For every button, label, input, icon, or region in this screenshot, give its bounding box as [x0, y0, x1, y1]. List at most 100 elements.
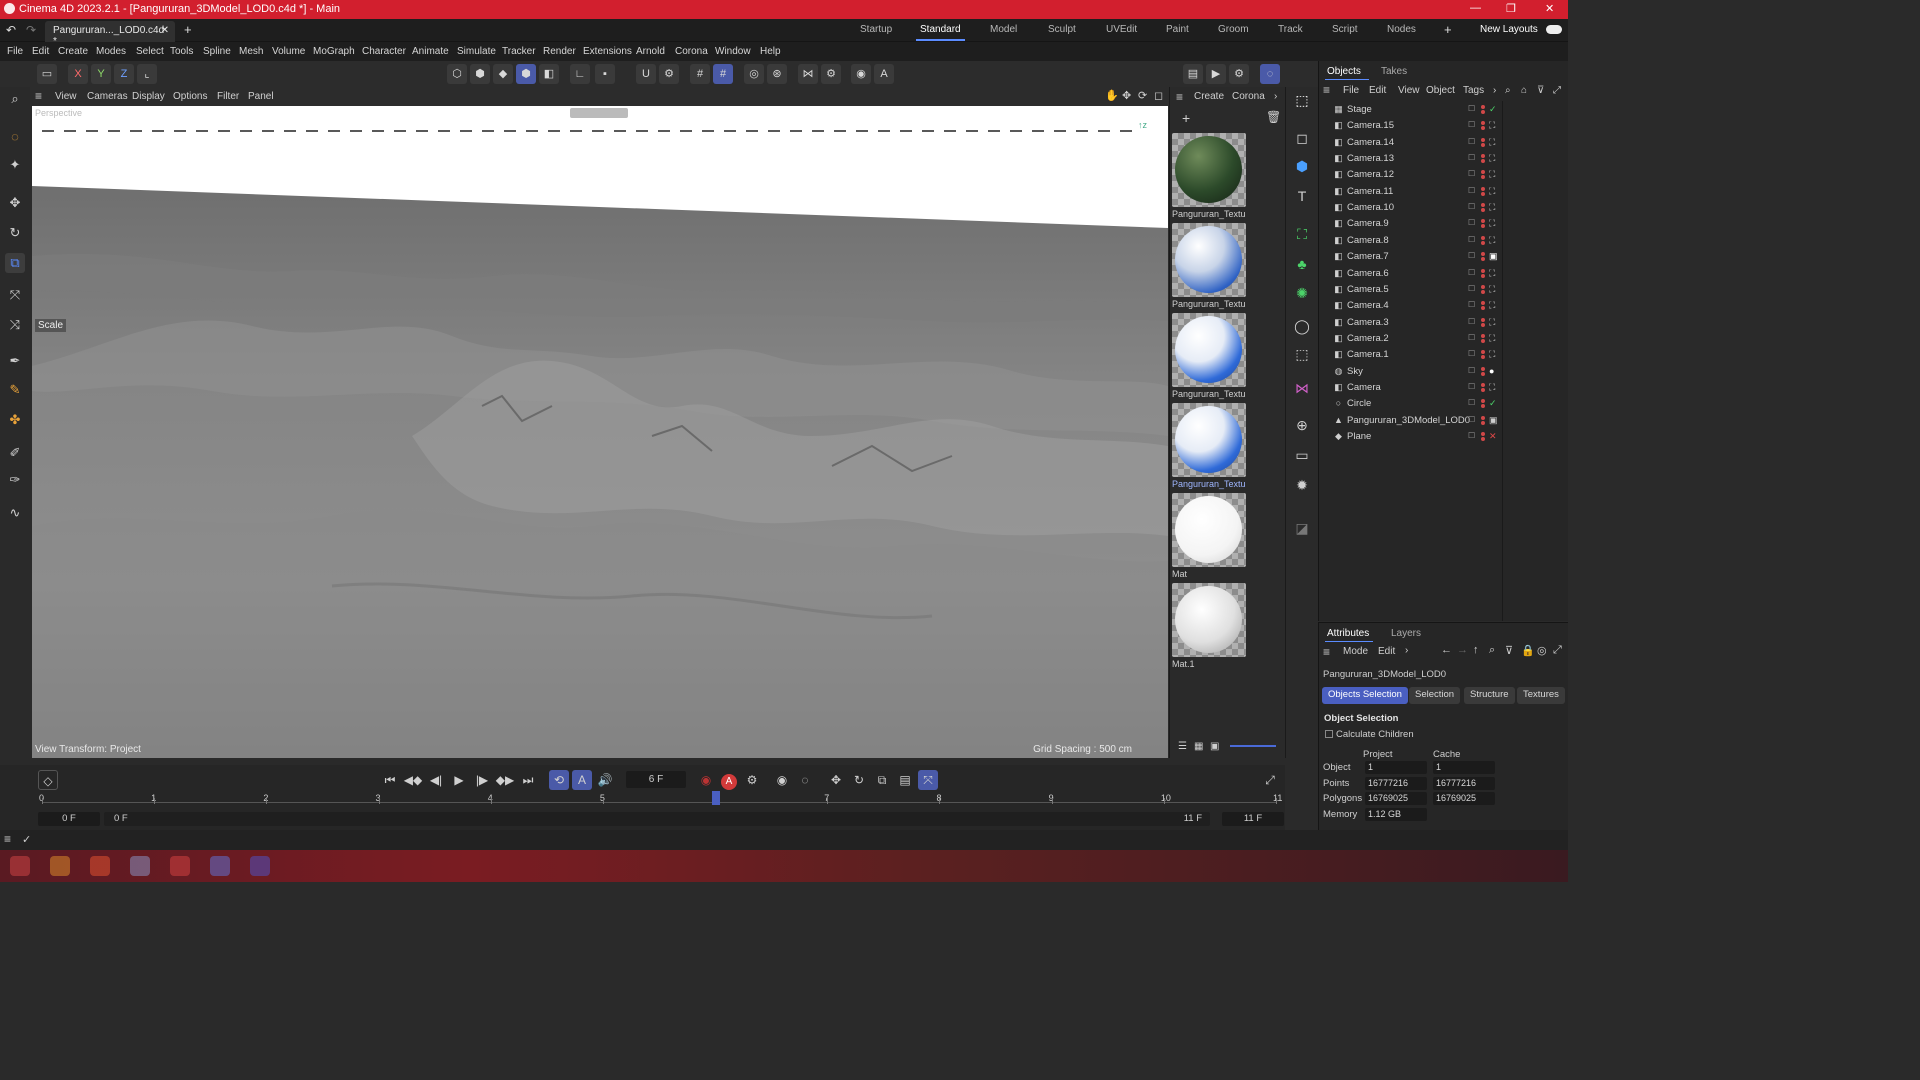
material-menu-create[interactable]: Create [1194, 91, 1224, 102]
attributes-search-icon[interactable]: ⌕ [1489, 644, 1495, 657]
menu-animate[interactable]: Animate [412, 46, 449, 57]
object-row[interactable]: ◆ Plane ☐ ✕ [1319, 429, 1569, 445]
layer-icon[interactable]: ☐ [1468, 398, 1475, 407]
new-layouts-toggle[interactable] [1546, 25, 1562, 34]
objects-menu-tags[interactable]: Tags [1463, 85, 1484, 96]
polygons-mode-icon[interactable]: ◆ [493, 64, 513, 84]
layer-icon[interactable]: ☐ [1468, 317, 1475, 326]
layer-icon[interactable]: ☐ [1468, 104, 1475, 113]
target-tag-icon[interactable]: ⛶ [1489, 153, 1495, 164]
object-row[interactable]: ◧ Camera.12 ☐ ⛶ [1319, 167, 1569, 183]
thumbnail-size-slider[interactable] [1230, 745, 1276, 747]
material-item-selected[interactable]: Pangururan_Textu [1172, 403, 1246, 489]
sculpt-icon[interactable]: ∿ [5, 503, 25, 523]
target-tag-icon[interactable]: ⛶ [1489, 120, 1495, 131]
object-row[interactable]: ◧ Camera.11 ☐ ⛶ [1319, 184, 1569, 200]
tab-takes[interactable]: Takes [1381, 66, 1407, 77]
taskbar-app-icon[interactable] [130, 856, 150, 876]
layer-icon[interactable]: ☐ [1468, 333, 1475, 342]
select-tool-icon[interactable]: ◌ [5, 127, 25, 147]
material-item[interactable]: Pangururan_Textu [1172, 223, 1246, 309]
sphere-tag-icon[interactable]: ● [1489, 366, 1494, 376]
sketch-icon[interactable]: ✎ [5, 380, 25, 400]
target-tag-icon[interactable]: ⛶ [1489, 300, 1495, 311]
layer-icon[interactable]: ☐ [1468, 202, 1475, 211]
object-row[interactable]: ◧ Camera.2 ☐ ⛶ [1319, 331, 1569, 347]
render-picture-viewer-icon[interactable]: ▤ [1183, 64, 1203, 84]
viewport-menu-filter[interactable]: Filter [217, 91, 239, 102]
render-settings-icon[interactable]: ⚙ [1229, 64, 1249, 84]
extrude-tool-icon[interactable]: ⤨ [5, 315, 25, 335]
visibility-dots-icon[interactable] [1481, 235, 1487, 246]
timeline-graph-icon[interactable]: ⤢ [1260, 770, 1280, 790]
subtab-textures[interactable]: Textures [1517, 687, 1565, 704]
delete-material-icon[interactable]: 🗑 [1266, 110, 1281, 124]
attributes-hamburger-icon[interactable]: ≡ [1323, 645, 1330, 659]
menu-corona[interactable]: Corona [675, 46, 708, 57]
restore-icon[interactable]: ❐ [1506, 2, 1516, 15]
model-mode-icon[interactable]: ⬢ [516, 64, 536, 84]
objects-expand-icon[interactable]: ⤢ [1553, 85, 1561, 96]
visibility-dots-icon[interactable] [1481, 432, 1487, 442]
camera-label[interactable]: Perspective [35, 108, 82, 118]
maximize-view-icon[interactable]: ◻ [1154, 89, 1163, 102]
status-hamburger-icon[interactable]: ≡ [4, 832, 11, 846]
object-row[interactable]: ◧ Camera.3 ☐ ⛶ [1319, 315, 1569, 331]
move-view-icon[interactable]: ✥ [1122, 89, 1131, 102]
layout-track[interactable]: Track [1278, 24, 1303, 35]
objects-search-icon[interactable]: ⌕ [1505, 85, 1511, 96]
layout-uvedit[interactable]: UVEdit [1106, 24, 1137, 35]
target-tag-icon[interactable]: ⛶ [1489, 349, 1495, 360]
menu-arnold[interactable]: Arnold [636, 46, 665, 57]
visibility-dots-icon[interactable] [1481, 366, 1487, 377]
objects-home-icon[interactable]: ⌂ [1521, 85, 1527, 96]
key-scale-icon[interactable]: ⧉ [872, 770, 892, 790]
objects-filter-icon[interactable]: ⊽ [1537, 85, 1544, 96]
taskbar-app-icon[interactable] [50, 856, 70, 876]
menu-volume[interactable]: Volume [272, 46, 305, 57]
layer-icon[interactable]: ☐ [1468, 137, 1475, 146]
visibility-dots-icon[interactable] [1481, 219, 1487, 229]
next-key-icon[interactable]: ◆▶ [495, 770, 515, 790]
material-hamburger-icon[interactable]: ≡ [1176, 90, 1183, 104]
calculate-children-checkbox[interactable] [1325, 730, 1333, 738]
transform-tool-icon[interactable]: ⤧ [5, 285, 25, 305]
material-item[interactable]: Mat.1 [1172, 583, 1246, 669]
object-row[interactable]: ◧ Camera.9 ☐ ⛶ [1319, 216, 1569, 232]
texture-mode-icon[interactable]: ▪ [595, 64, 615, 84]
disabled-tool-icon[interactable]: ◪ [1291, 517, 1313, 539]
next-frame-icon[interactable]: |▶ [472, 770, 492, 790]
keyframe-settings-icon[interactable]: ⚙ [742, 770, 762, 790]
layout-paint[interactable]: Paint [1166, 24, 1189, 35]
modeling-settings-icon[interactable]: ⚙ [821, 64, 841, 84]
light-icon[interactable]: ✹ [1291, 474, 1313, 496]
check-tag-icon[interactable]: ✓ [1489, 104, 1497, 115]
subtab-selection[interactable]: Selection [1409, 687, 1461, 704]
settings-snap-icon[interactable]: ⚙ [659, 64, 679, 84]
target-tag-icon[interactable]: ⛶ [1489, 137, 1495, 148]
workplane-icon[interactable]: ◎ [744, 64, 764, 84]
taskbar-app-icon[interactable] [210, 856, 230, 876]
visibility-dots-icon[interactable] [1481, 350, 1487, 360]
polygon-object-icon[interactable]: ◻ [1291, 127, 1313, 149]
material-item[interactable]: Pangururan_Textu [1172, 133, 1246, 219]
pan-view-icon[interactable]: ✋ [1105, 89, 1119, 102]
target-tag-icon[interactable]: ⛶ [1489, 235, 1495, 246]
key-rotation-icon[interactable]: ◌ [795, 770, 815, 790]
menu-mograph[interactable]: MoGraph [313, 46, 355, 57]
rotate-tool-icon[interactable]: ↻ [5, 223, 25, 243]
target-tag-icon[interactable]: ⛶ [1489, 169, 1495, 180]
render-active-icon[interactable]: A [874, 64, 894, 84]
visibility-dots-icon[interactable] [1481, 154, 1487, 164]
attributes-settings-icon[interactable]: ◎ [1537, 644, 1547, 657]
visibility-dots-icon[interactable] [1481, 186, 1487, 197]
layer-icon[interactable]: ☐ [1468, 218, 1475, 227]
visibility-dots-icon[interactable] [1481, 399, 1487, 409]
visibility-dots-icon[interactable] [1481, 268, 1487, 279]
forward-arrow-icon[interactable]: → [1457, 644, 1468, 656]
key-position-icon[interactable]: ◉ [772, 770, 792, 790]
status-check-icon[interactable]: ✓ [22, 833, 31, 846]
scale-tool-icon[interactable]: ⧉ [5, 253, 25, 273]
object-row[interactable]: ◧ Camera.15 ☐ ⛶ [1319, 118, 1569, 134]
key-rotate-icon[interactable]: ↻ [849, 770, 869, 790]
